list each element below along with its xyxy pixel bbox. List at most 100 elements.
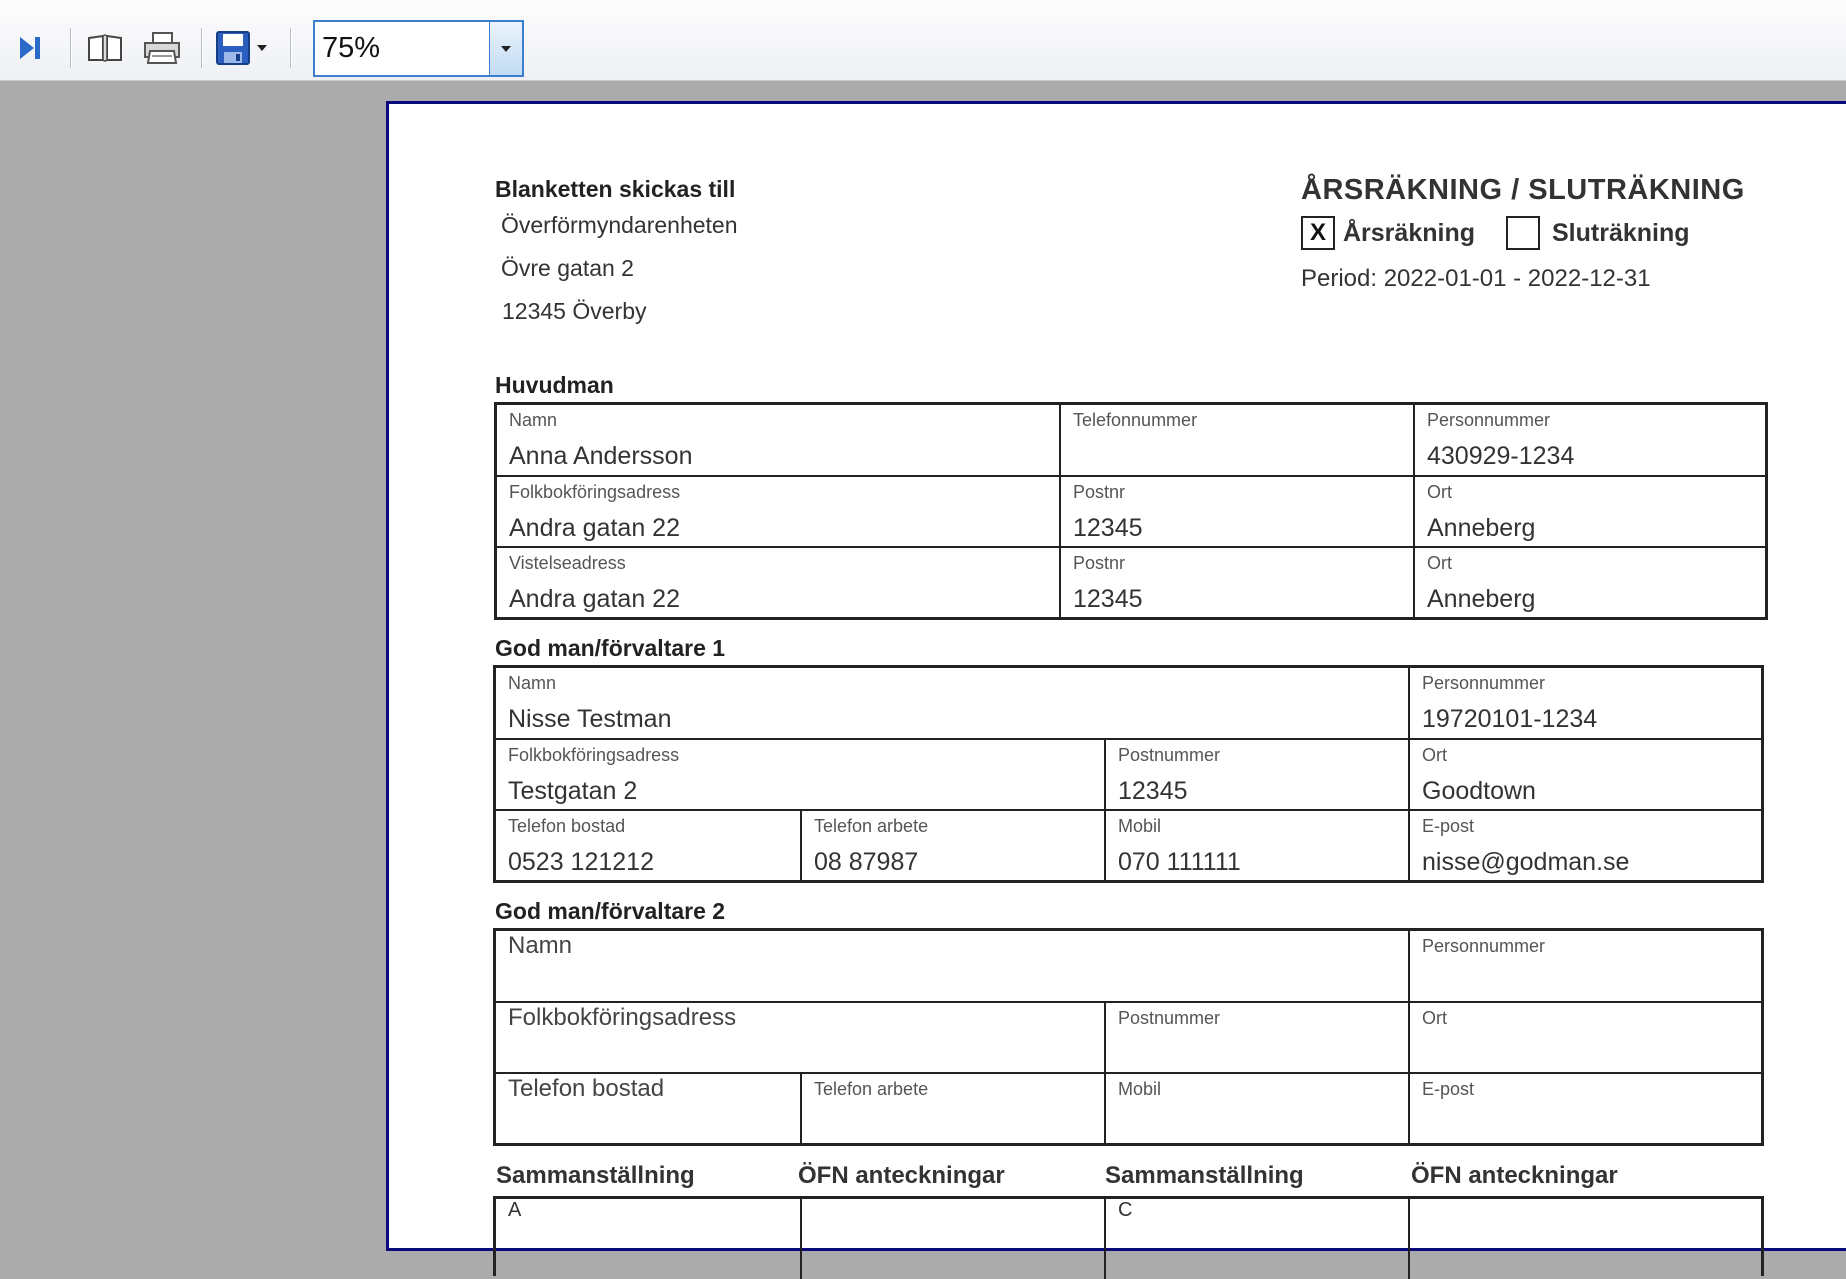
row-label: C: [1118, 1199, 1133, 1221]
field-value: Anna Andersson: [509, 442, 693, 470]
last-page-icon: [20, 37, 40, 59]
document-title: ÅRSRÄKNING / SLUTRÄKNING: [1301, 174, 1745, 206]
annual-checkbox[interactable]: X: [1301, 216, 1335, 250]
field-value: nisse@godman.se: [1422, 848, 1630, 876]
field-value: 08 87987: [814, 848, 919, 876]
save-icon: [216, 31, 250, 65]
field-value: Nisse Testman: [508, 705, 672, 733]
guardian1-pnr-cell: Personnummer 19720101-1234: [1408, 668, 1761, 738]
field-label: Postnr: [1073, 553, 1126, 573]
field-label: Personnummer: [1427, 410, 1551, 430]
report-viewer-toolbar: 75%: [0, 0, 1846, 81]
annual-checkbox-label: Årsräkning: [1343, 219, 1475, 247]
field-value: 0523 121212: [508, 848, 654, 876]
guardian1-heading: God man/förvaltare 1: [495, 635, 726, 661]
field-value: 19720101-1234: [1422, 705, 1598, 733]
field-label: Postnr: [1073, 482, 1126, 502]
field-value: 12345: [1073, 585, 1143, 613]
huvudman-stay-city-cell: Ort Anneberg: [1413, 546, 1765, 617]
ofn-notes-heading: ÖFN anteckningar: [798, 1162, 1005, 1189]
guardian2-home-phone-cell: Telefon bostad: [496, 1072, 800, 1143]
guardian1-email-cell: E-post nisse@godman.se: [1408, 809, 1761, 880]
guardian2-zip-cell: Postnummer: [1104, 1001, 1408, 1072]
huvudman-table: Namn Anna Andersson Telefonnummer Person…: [494, 402, 1768, 620]
chevron-down-icon: [501, 45, 511, 52]
guardian1-work-phone-cell: Telefon arbete 08 87987: [800, 809, 1104, 880]
zoom-dropdown-button[interactable]: [489, 22, 522, 75]
guardian2-city-cell: Ort: [1408, 1001, 1761, 1072]
guardian2-mobile-cell: Mobil: [1104, 1072, 1408, 1143]
field-label: Telefon bostad: [508, 1075, 665, 1102]
field-label: Namn: [508, 673, 557, 693]
toolbar-separator: [201, 28, 202, 68]
last-page-button[interactable]: [12, 26, 48, 70]
field-label: Folkbokföringsadress: [509, 482, 681, 502]
sender-heading: Blanketten skickas till: [495, 176, 736, 202]
field-label: Mobil: [1118, 1079, 1162, 1099]
field-value: Andra gatan 22: [509, 585, 680, 613]
field-value: 430929-1234: [1427, 442, 1575, 470]
summary-cell-a: A: [496, 1199, 800, 1279]
field-label: Ort: [1422, 1008, 1447, 1028]
field-label: Postnummer: [1118, 1008, 1221, 1028]
field-label: Vistelseadress: [509, 553, 626, 573]
guardian2-name-cell: Namn: [496, 931, 1408, 1001]
summary-heading: Sammanställning: [1105, 1162, 1304, 1189]
huvudman-name-cell: Namn Anna Andersson: [497, 405, 1059, 475]
field-value: Anneberg: [1427, 514, 1536, 542]
sender-line: 12345 Överby: [502, 298, 647, 324]
guardian1-name-cell: Namn Nisse Testman: [496, 668, 1408, 738]
huvudman-heading: Huvudman: [495, 372, 614, 398]
guardian1-city-cell: Ort Goodtown: [1408, 738, 1761, 809]
print-button[interactable]: [140, 26, 184, 70]
field-label: Ort: [1427, 553, 1452, 573]
zoom-select[interactable]: 75%: [313, 20, 524, 77]
guardian1-address-cell: Folkbokföringsadress Testgatan 2: [496, 738, 1104, 809]
field-label: Telefon arbete: [814, 1079, 929, 1099]
field-value: Testgatan 2: [508, 777, 638, 805]
final-checkbox-label: Sluträkning: [1552, 219, 1690, 247]
save-button[interactable]: [212, 26, 272, 70]
field-label: Ort: [1427, 482, 1452, 502]
field-value: Goodtown: [1422, 777, 1536, 805]
field-label: Telefon arbete: [814, 816, 929, 836]
guardian2-pnr-cell: Personnummer: [1408, 931, 1761, 1001]
field-label: E-post: [1422, 816, 1475, 836]
chevron-down-icon: [257, 45, 267, 51]
guardian2-table: Namn Personnummer Folkbokföringsadress P…: [493, 928, 1764, 1146]
guardian1-table: Namn Nisse Testman Personnummer 19720101…: [493, 665, 1764, 883]
summary-cell-c: C: [1104, 1199, 1408, 1279]
huvudman-stay-address-cell: Vistelseadress Andra gatan 22: [497, 546, 1059, 617]
huvudman-phone-cell: Telefonnummer: [1059, 405, 1413, 475]
guardian2-heading: God man/förvaltare 2: [495, 898, 726, 924]
field-value: 12345: [1118, 777, 1188, 805]
huvudman-pnr-cell: Personnummer 430929-1234: [1413, 405, 1765, 475]
huvudman-zip-cell: Postnr 12345: [1059, 475, 1413, 546]
field-label: Folkbokföringsadress: [508, 745, 680, 765]
field-label: Personnummer: [1422, 936, 1546, 956]
print-icon: [144, 32, 180, 64]
field-label: E-post: [1422, 1079, 1475, 1099]
field-value: 070 111111: [1118, 848, 1241, 876]
final-checkbox[interactable]: [1506, 216, 1540, 250]
summary-heading: Sammanställning: [496, 1162, 695, 1189]
field-label: Telefonnummer: [1073, 410, 1198, 430]
guardian2-work-phone-cell: Telefon arbete: [800, 1072, 1104, 1143]
huvudman-address-cell: Folkbokföringsadress Andra gatan 22: [497, 475, 1059, 546]
field-label: Personnummer: [1422, 673, 1546, 693]
summary-notes-cell: [1408, 1199, 1761, 1279]
field-label: Namn: [508, 932, 573, 959]
field-label: Telefon bostad: [508, 816, 626, 836]
huvudman-stay-zip-cell: Postnr 12345: [1059, 546, 1413, 617]
toolbar-separator: [70, 28, 71, 68]
guardian1-mobile-cell: Mobil 070 111111: [1104, 809, 1408, 880]
page-setup-icon: [88, 34, 122, 62]
page-setup-button[interactable]: [84, 26, 126, 70]
summary-table: A C: [493, 1196, 1764, 1279]
field-value: 12345: [1073, 514, 1143, 542]
field-value: Anneberg: [1427, 585, 1536, 613]
sender-line: Överförmyndarenheten: [501, 212, 738, 238]
field-value: Andra gatan 22: [509, 514, 680, 542]
field-label: Namn: [509, 410, 558, 430]
zoom-value: 75%: [322, 32, 381, 64]
